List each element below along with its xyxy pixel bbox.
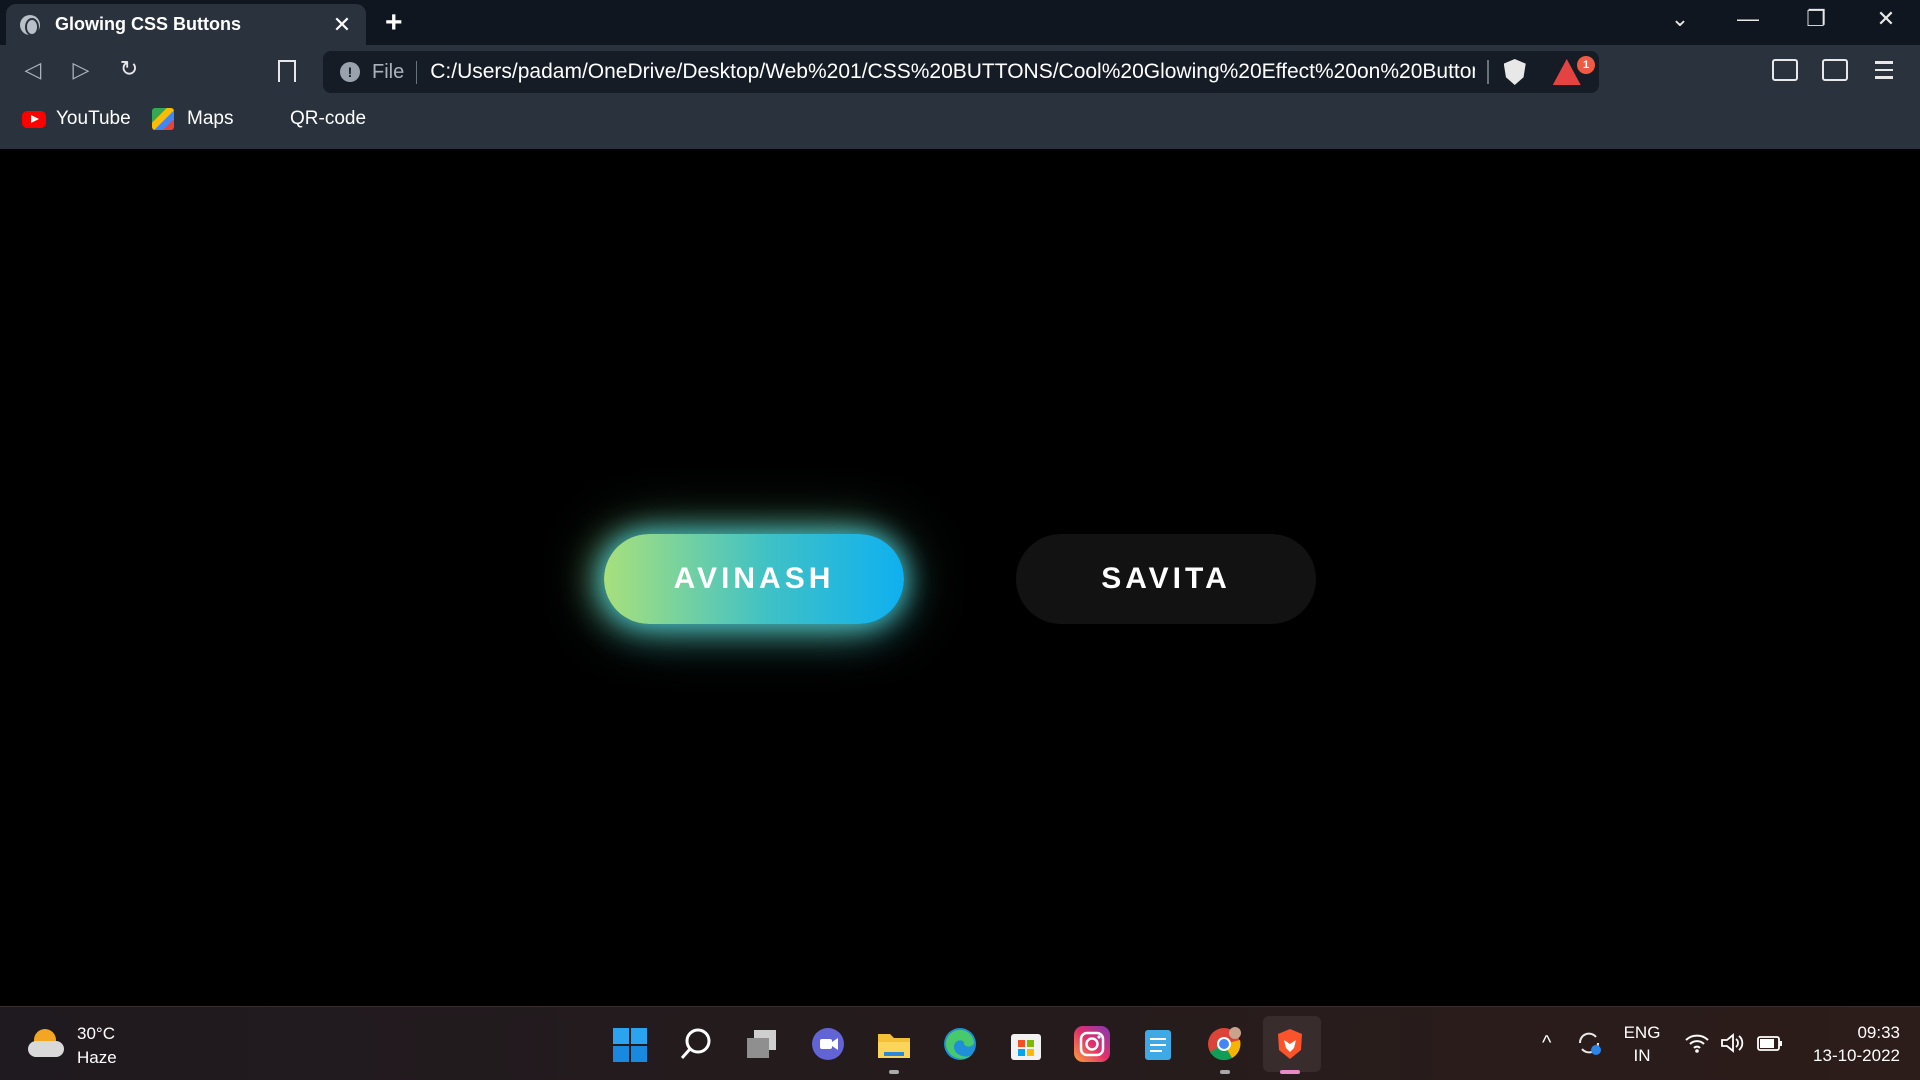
tab-title: Glowing CSS Buttons <box>55 14 241 34</box>
active-indicator <box>1280 1070 1300 1074</box>
bookmark-maps[interactable]: Maps <box>152 108 233 130</box>
address-bar[interactable]: ! File C:/Users/padam/OneDrive/Desktop/W… <box>323 51 1599 93</box>
minimize-button[interactable]: — <box>1728 6 1768 32</box>
chrome-icon[interactable] <box>1206 1026 1242 1062</box>
clock-time[interactable]: 09:33 <box>1800 1023 1900 1043</box>
bookmark-label: Maps <box>187 108 234 129</box>
running-indicator <box>1220 1070 1230 1074</box>
brave-shields-icon[interactable] <box>1503 59 1526 85</box>
maps-icon <box>152 108 174 130</box>
youtube-icon <box>22 110 46 128</box>
rewards-badge: 1 <box>1577 56 1595 74</box>
reload-button[interactable]: ↻ <box>114 56 144 82</box>
clock-date[interactable]: 13-10-2022 <box>1790 1046 1900 1066</box>
wallet-icon[interactable] <box>1822 59 1848 81</box>
menu-icon[interactable] <box>1875 61 1893 84</box>
restore-button[interactable]: ❐ <box>1796 6 1836 32</box>
savita-button[interactable]: SAVITA <box>1016 534 1316 624</box>
weather-icon[interactable] <box>28 1027 64 1057</box>
new-tab-button[interactable]: + <box>385 6 403 40</box>
bookmarks-bar <box>0 99 1920 149</box>
url-scheme-label: File <box>372 60 418 84</box>
url-text[interactable]: C:/Users/padam/OneDrive/Desktop/Web%201/… <box>430 60 1475 84</box>
back-button[interactable]: ◁ <box>18 57 48 83</box>
chevron-up-icon[interactable]: ^ <box>1542 1032 1551 1055</box>
notepad-icon[interactable] <box>1140 1026 1176 1062</box>
weather-temperature[interactable]: 30°C <box>77 1024 115 1044</box>
globe-icon <box>20 14 40 36</box>
language-indicator[interactable]: ENG <box>1620 1023 1664 1043</box>
close-tab-button[interactable]: ✕ <box>332 12 352 38</box>
search-icon[interactable] <box>678 1026 714 1062</box>
bookmark-youtube[interactable]: YouTube <box>22 108 131 130</box>
task-view-icon[interactable] <box>744 1026 780 1062</box>
bookmark-label: YouTube <box>56 108 131 129</box>
sync-icon[interactable] <box>1576 1030 1602 1056</box>
bookmark-qr-code[interactable]: QR-code <box>290 108 366 130</box>
battery-icon[interactable] <box>1756 1032 1784 1054</box>
divider <box>1487 60 1489 84</box>
instagram-icon[interactable] <box>1074 1026 1110 1062</box>
wifi-icon[interactable] <box>1684 1032 1710 1054</box>
weather-description[interactable]: Haze <box>77 1048 117 1068</box>
close-window-button[interactable]: ✕ <box>1866 6 1906 32</box>
edge-icon[interactable] <box>942 1026 978 1062</box>
bookmark-icon[interactable] <box>278 60 296 82</box>
forward-button[interactable]: ▷ <box>66 57 96 83</box>
region-indicator[interactable]: IN <box>1620 1046 1664 1066</box>
tabs-dropdown-icon[interactable]: ⌄ <box>1660 6 1700 32</box>
teams-chat-icon[interactable] <box>810 1026 846 1062</box>
running-indicator <box>889 1070 899 1074</box>
avinash-button[interactable]: AVINASH <box>604 534 904 624</box>
site-info-icon[interactable]: ! <box>340 62 360 82</box>
start-icon[interactable] <box>612 1027 648 1063</box>
sidebar-toggle-icon[interactable] <box>1772 59 1798 81</box>
brave-icon[interactable] <box>1272 1026 1308 1062</box>
microsoft-store-icon[interactable] <box>1008 1026 1044 1062</box>
volume-icon[interactable] <box>1720 1032 1746 1054</box>
bookmark-label: QR-code <box>290 108 367 129</box>
browser-tab[interactable]: Glowing CSS Buttons ✕ <box>6 4 366 45</box>
page-content: AVINASH SAVITA <box>0 149 1920 1006</box>
file-explorer-icon[interactable] <box>876 1026 912 1062</box>
